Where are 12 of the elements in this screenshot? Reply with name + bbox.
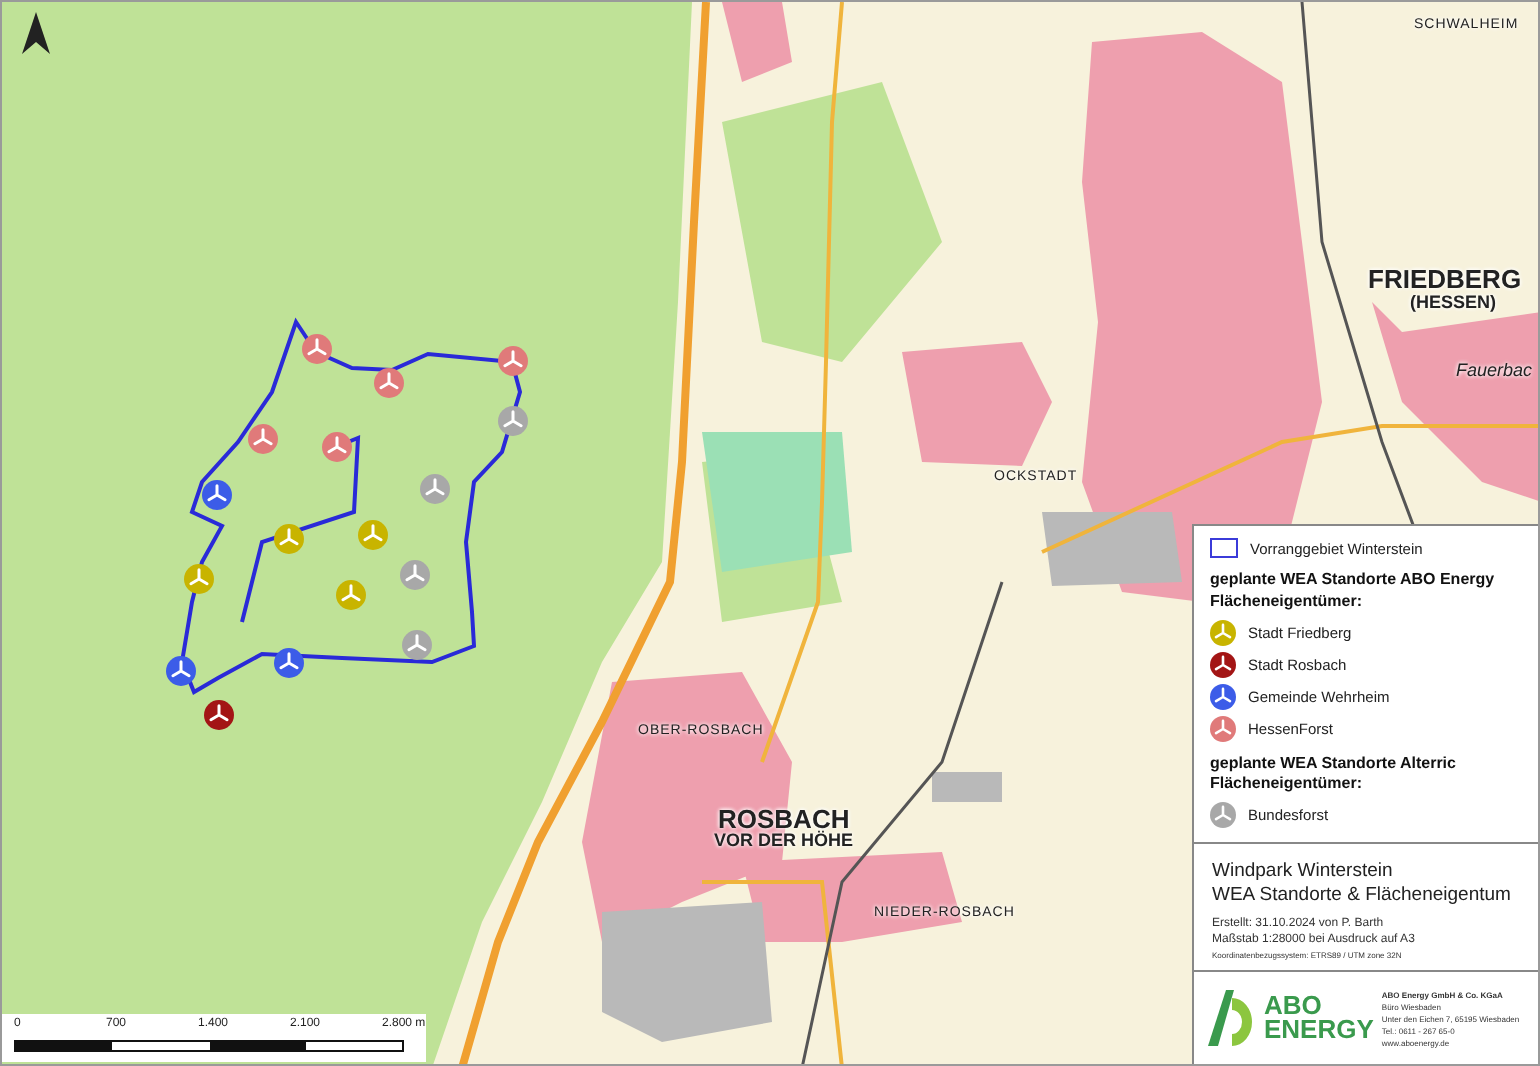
north-arrow-icon — [22, 12, 50, 54]
place-name: VOR DER HÖHE — [714, 832, 854, 850]
area-swatch — [1210, 538, 1238, 558]
place-name: Fauerbac — [1456, 362, 1533, 380]
logo-icon — [1204, 988, 1256, 1048]
place-name: (HESSEN) — [1410, 294, 1497, 312]
map-title: Windpark Winterstein WEA Standorte & Flächeneigentum — [1212, 860, 1513, 908]
logo-wordmark: ABO ENERGY — [1264, 993, 1374, 1043]
legend-heading: geplante WEA Standorte Alterric Flächeneigentümer: — [1210, 753, 1458, 797]
place-name: FRIEDBERG — [1368, 266, 1522, 292]
legend-heading: geplante WEA Standorte ABO Energy Flächeneigentümer: — [1210, 570, 1497, 614]
place-name: ROSBACH — [718, 806, 850, 832]
